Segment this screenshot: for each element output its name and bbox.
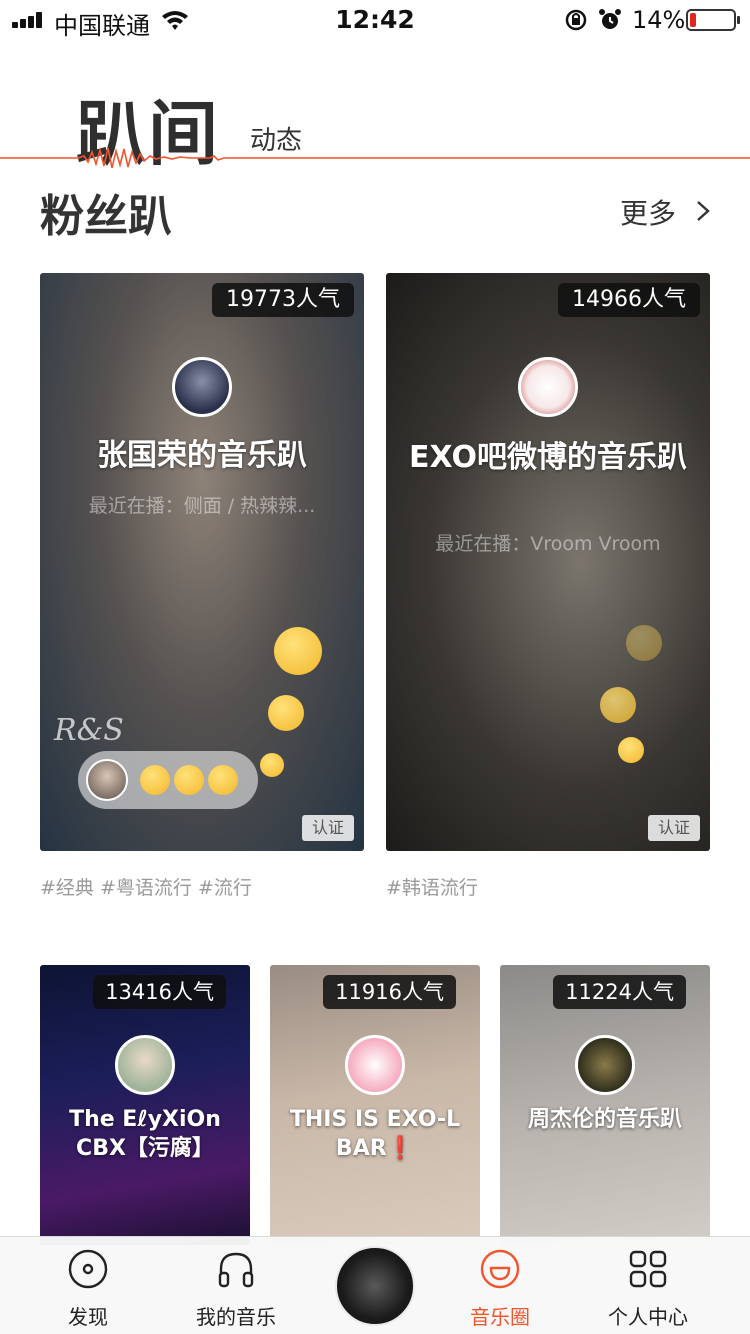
room-avatar[interactable]: [345, 1035, 405, 1095]
now-playing-disc-button[interactable]: [335, 1246, 415, 1326]
popularity-badge: 14966人气: [558, 283, 700, 317]
steam-face-emoji-icon: [208, 765, 238, 795]
tab-music-circle[interactable]: 音乐圈: [440, 1237, 560, 1334]
tab-my-music[interactable]: 我的音乐: [176, 1237, 296, 1334]
room-card[interactable]: 13416人气 The EℓyXiOn CBX【污腐】: [40, 965, 250, 1245]
live-comment-bubble: [78, 751, 258, 809]
tab-label: 个人中心: [608, 1305, 688, 1329]
shocked-emoji-icon: [268, 695, 304, 731]
tab-discover[interactable]: 发现: [28, 1237, 148, 1334]
disc-icon: [68, 1249, 108, 1289]
battery-level: [690, 13, 696, 27]
popularity-badge: 13416人气: [93, 975, 226, 1009]
room-avatar[interactable]: [172, 357, 232, 417]
room-card[interactable]: 11224人气 周杰伦的音乐趴: [500, 965, 710, 1245]
battery-icon: [686, 9, 740, 31]
popularity-badge: 11224人气: [553, 975, 686, 1009]
steam-face-emoji-icon: [140, 765, 170, 795]
grid-icon: [629, 1250, 667, 1288]
room-name: The EℓyXiOn CBX【污腐】: [69, 1107, 221, 1161]
room-tags[interactable]: #经典 #粤语流行 #流行: [40, 873, 252, 900]
watermark-logo: R&S: [54, 713, 124, 748]
featured-room-card[interactable]: 14966人气 EXO吧微博的音乐趴 最近在播：Vroom Vroom 认证: [386, 273, 710, 851]
headphones-icon: [218, 1252, 254, 1288]
heart-eyes-emoji-icon: [274, 627, 322, 675]
now-playing-text: 最近在播：侧面 / 热辣辣...: [88, 495, 316, 517]
verified-badge: 认证: [648, 815, 700, 841]
now-playing-text: 最近在播：Vroom Vroom: [435, 533, 661, 555]
shocked-emoji-icon: [600, 687, 636, 723]
alarm-icon: [599, 9, 621, 29]
tab-profile[interactable]: 个人中心: [588, 1237, 708, 1334]
tab-label: 音乐圈: [470, 1305, 530, 1329]
tab-label: 我的音乐: [196, 1305, 276, 1329]
section-title: 粉丝趴: [40, 191, 172, 242]
popularity-badge: 19773人气: [212, 283, 354, 317]
commenter-avatar: [86, 759, 128, 801]
status-bar: 中国联通 12:42 14%: [0, 0, 750, 40]
featured-room-card[interactable]: 19773人气 张国荣的音乐趴 最近在播：侧面 / 热辣辣... R&S 认证: [40, 273, 364, 851]
emoji-icon: [626, 625, 662, 661]
room-name: EXO吧微博的音乐趴: [408, 440, 688, 475]
steam-face-emoji-icon: [174, 765, 204, 795]
room-card[interactable]: 11916人气 THIS IS EXO-L BAR❗: [270, 965, 480, 1245]
sound-wave-divider: [0, 146, 750, 169]
rotation-lock-icon: [565, 9, 587, 31]
page-header: 趴间 动态: [0, 70, 750, 180]
room-avatar[interactable]: [115, 1035, 175, 1095]
room-avatar[interactable]: [575, 1035, 635, 1095]
battery-percent: 14%: [632, 6, 686, 34]
room-name: 周杰伦的音乐趴: [527, 1107, 682, 1132]
tab-label: 发现: [68, 1305, 108, 1329]
room-name: 张国荣的音乐趴: [97, 438, 307, 473]
room-avatar[interactable]: [518, 357, 578, 417]
more-button[interactable]: 更多: [620, 192, 676, 232]
dizzy-emoji-icon: [260, 753, 284, 777]
room-tags[interactable]: #韩语流行: [386, 873, 478, 900]
dizzy-emoji-icon: [618, 737, 644, 763]
room-name: THIS IS EXO-L BAR❗: [289, 1107, 461, 1161]
chevron-right-icon[interactable]: [694, 200, 712, 222]
popularity-badge: 11916人气: [323, 975, 456, 1009]
verified-badge: 认证: [302, 815, 354, 841]
smile-circle-icon: [480, 1249, 520, 1289]
